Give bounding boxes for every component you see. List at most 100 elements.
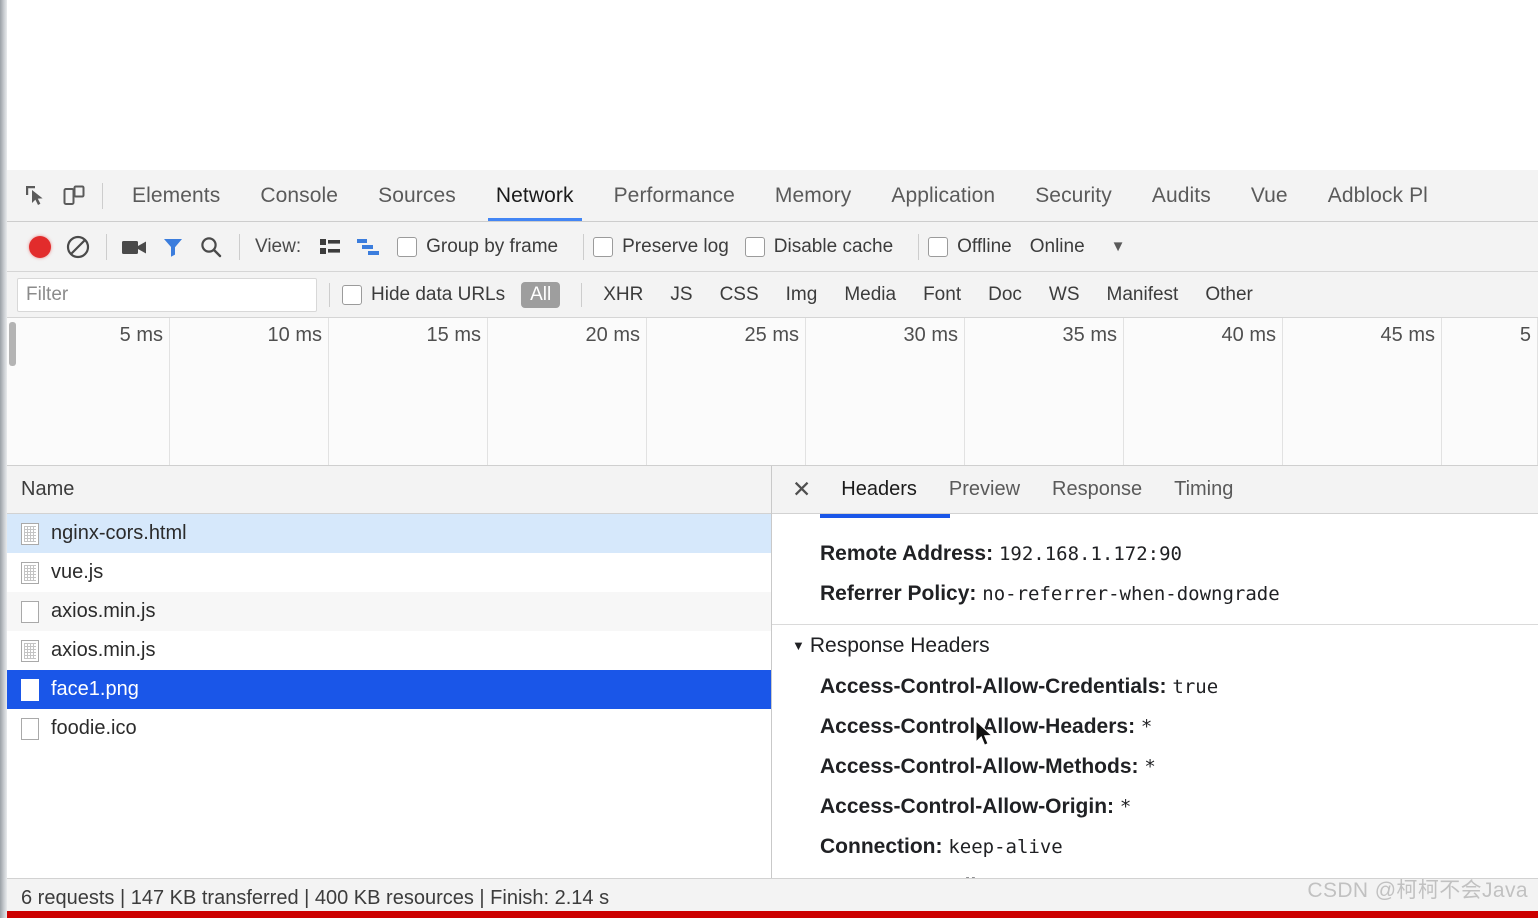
document-icon [21,639,39,662]
request-name: foodie.ico [51,717,137,739]
chevron-down-icon[interactable]: ▼ [1101,238,1136,255]
tab-headers[interactable]: Headers [825,466,933,513]
document-icon [21,561,39,584]
filter-pill-ws[interactable]: WS [1040,282,1089,308]
table-row[interactable]: nginx-cors.html [7,514,771,553]
view-label: View: [255,235,302,257]
list-view-icon[interactable] [311,228,349,266]
tab-security[interactable]: Security [1015,170,1132,221]
window-left-edge [0,0,7,918]
acac-key: Access-Control-Allow-Credentials: [820,675,1167,698]
ruler-tick-45ms: 45 ms [1283,318,1442,465]
tab-elements-label: Elements [132,183,221,207]
close-icon[interactable]: ✕ [788,478,825,501]
toolbar-separator-2 [106,233,107,260]
tab-console[interactable]: Console [240,170,358,221]
ruler-tick-label: 45 ms [1380,324,1435,346]
group-by-frame-checkbox[interactable] [397,236,418,257]
request-name: face1.png [51,678,139,700]
acam-key: Access-Control-Allow-Methods: [820,755,1139,778]
camera-icon[interactable] [116,228,154,266]
toolbar-separator [102,182,103,209]
network-split: Name nginx-cors.html vue.js axios.min.js [7,466,1538,878]
filter-pill-media[interactable]: Media [835,282,905,308]
ruler-tick-50ms: 5 [1442,318,1538,465]
page-viewport [0,0,1538,170]
ruler-tick-label: 5 [1519,324,1531,346]
tab-vue-label: Vue [1250,183,1288,207]
response-header-row: Access-Control-Allow-Methods: * [790,747,1538,787]
screenshot-root: Elements Console Sources Network Perform… [0,0,1538,918]
table-row[interactable]: foodie.ico [7,709,771,748]
tab-elements[interactable]: Elements [112,170,240,221]
tab-vue[interactable]: Vue [1231,170,1308,221]
group-by-frame-label[interactable]: Group by frame [426,236,558,258]
filter-pill-other[interactable]: Other [1196,282,1262,308]
filter-pill-xhr[interactable]: XHR [594,282,652,308]
response-header-row: Connection: keep-alive [790,827,1538,867]
filter-pill-font[interactable]: Font [914,282,970,308]
network-filterbar: Hide data URLs All XHR JS CSS Img Media … [7,272,1538,318]
search-icon[interactable] [192,228,230,266]
ruler-tick-label: 20 ms [585,324,640,346]
preserve-log-label[interactable]: Preserve log [622,236,729,258]
filter-pill-js[interactable]: JS [661,282,701,308]
network-overview-timeline[interactable]: 5 ms 10 ms 15 ms 20 ms 25 ms 30 ms 35 ms… [7,318,1538,466]
filter-input[interactable] [17,277,317,312]
remote-address-key: Remote Address: [820,542,994,565]
devtools-panel: Elements Console Sources Network Perform… [7,170,1538,918]
ruler-tick-label: 10 ms [267,324,322,346]
ruler-tick-30ms: 30 ms [806,318,965,465]
devtools-tabstrip: Elements Console Sources Network Perform… [7,170,1538,222]
tab-memory[interactable]: Memory [755,170,871,221]
filter-pill-doc[interactable]: Doc [979,282,1031,308]
hide-data-urls-checkbox[interactable] [342,284,362,305]
tab-application-label: Application [891,183,996,207]
ruler-tick-25ms: 25 ms [647,318,806,465]
status-code-value: 200 OK [971,514,1042,518]
hide-data-urls-label[interactable]: Hide data URLs [371,284,505,306]
tab-application[interactable]: Application [871,170,1015,221]
tab-sources[interactable]: Sources [358,170,476,221]
response-headers-section-title[interactable]: ▼ Response Headers [790,625,1538,667]
toolbar-separator-4 [583,233,585,260]
request-name: nginx-cors.html [51,522,187,544]
offline-checkbox[interactable] [928,236,949,257]
tab-timing[interactable]: Timing [1158,466,1249,513]
table-row[interactable]: axios.min.js [7,592,771,631]
connection-value: keep-alive [948,836,1063,858]
device-toolbar-icon[interactable] [55,177,93,215]
filter-pill-img[interactable]: Img [777,282,827,308]
tab-performance[interactable]: Performance [594,170,755,221]
headers-body[interactable]: Status Code: 200 OK Remote Address: 192.1… [772,514,1538,878]
ruler-tick-label: 5 ms [119,324,163,346]
tab-network[interactable]: Network [476,170,594,221]
details-tabstrip: ✕ Headers Preview Response Timing [772,466,1538,514]
filter-funnel-icon[interactable] [154,228,192,266]
disable-cache-label[interactable]: Disable cache [774,236,893,258]
record-button-icon[interactable] [21,228,59,266]
ruler-tick-20ms: 20 ms [488,318,647,465]
document-icon [21,678,39,701]
acah-key: Access-Control-Allow-Headers: [820,715,1136,738]
table-row[interactable]: face1.png [7,670,771,709]
tab-adblock-plus[interactable]: Adblock Pl [1308,170,1448,221]
ruler-tick-label: 30 ms [903,324,958,346]
tab-preview[interactable]: Preview [933,466,1036,513]
bottom-red-bar [0,911,1538,918]
preserve-log-checkbox[interactable] [593,236,614,257]
table-row[interactable]: vue.js [7,553,771,592]
filter-pill-css[interactable]: CSS [711,282,768,308]
inspect-element-icon[interactable] [17,177,55,215]
offline-label[interactable]: Offline [957,236,1012,258]
tab-audits[interactable]: Audits [1132,170,1231,221]
throttling-value[interactable]: Online [1030,236,1085,258]
table-row[interactable]: axios.min.js [7,631,771,670]
filter-pill-manifest[interactable]: Manifest [1098,282,1188,308]
tab-response[interactable]: Response [1036,466,1158,513]
clear-icon[interactable] [59,228,97,266]
waterfall-view-icon[interactable] [349,228,387,266]
filter-pill-all[interactable]: All [521,281,561,308]
filterbar-separator [329,282,330,307]
disable-cache-checkbox[interactable] [744,236,765,257]
